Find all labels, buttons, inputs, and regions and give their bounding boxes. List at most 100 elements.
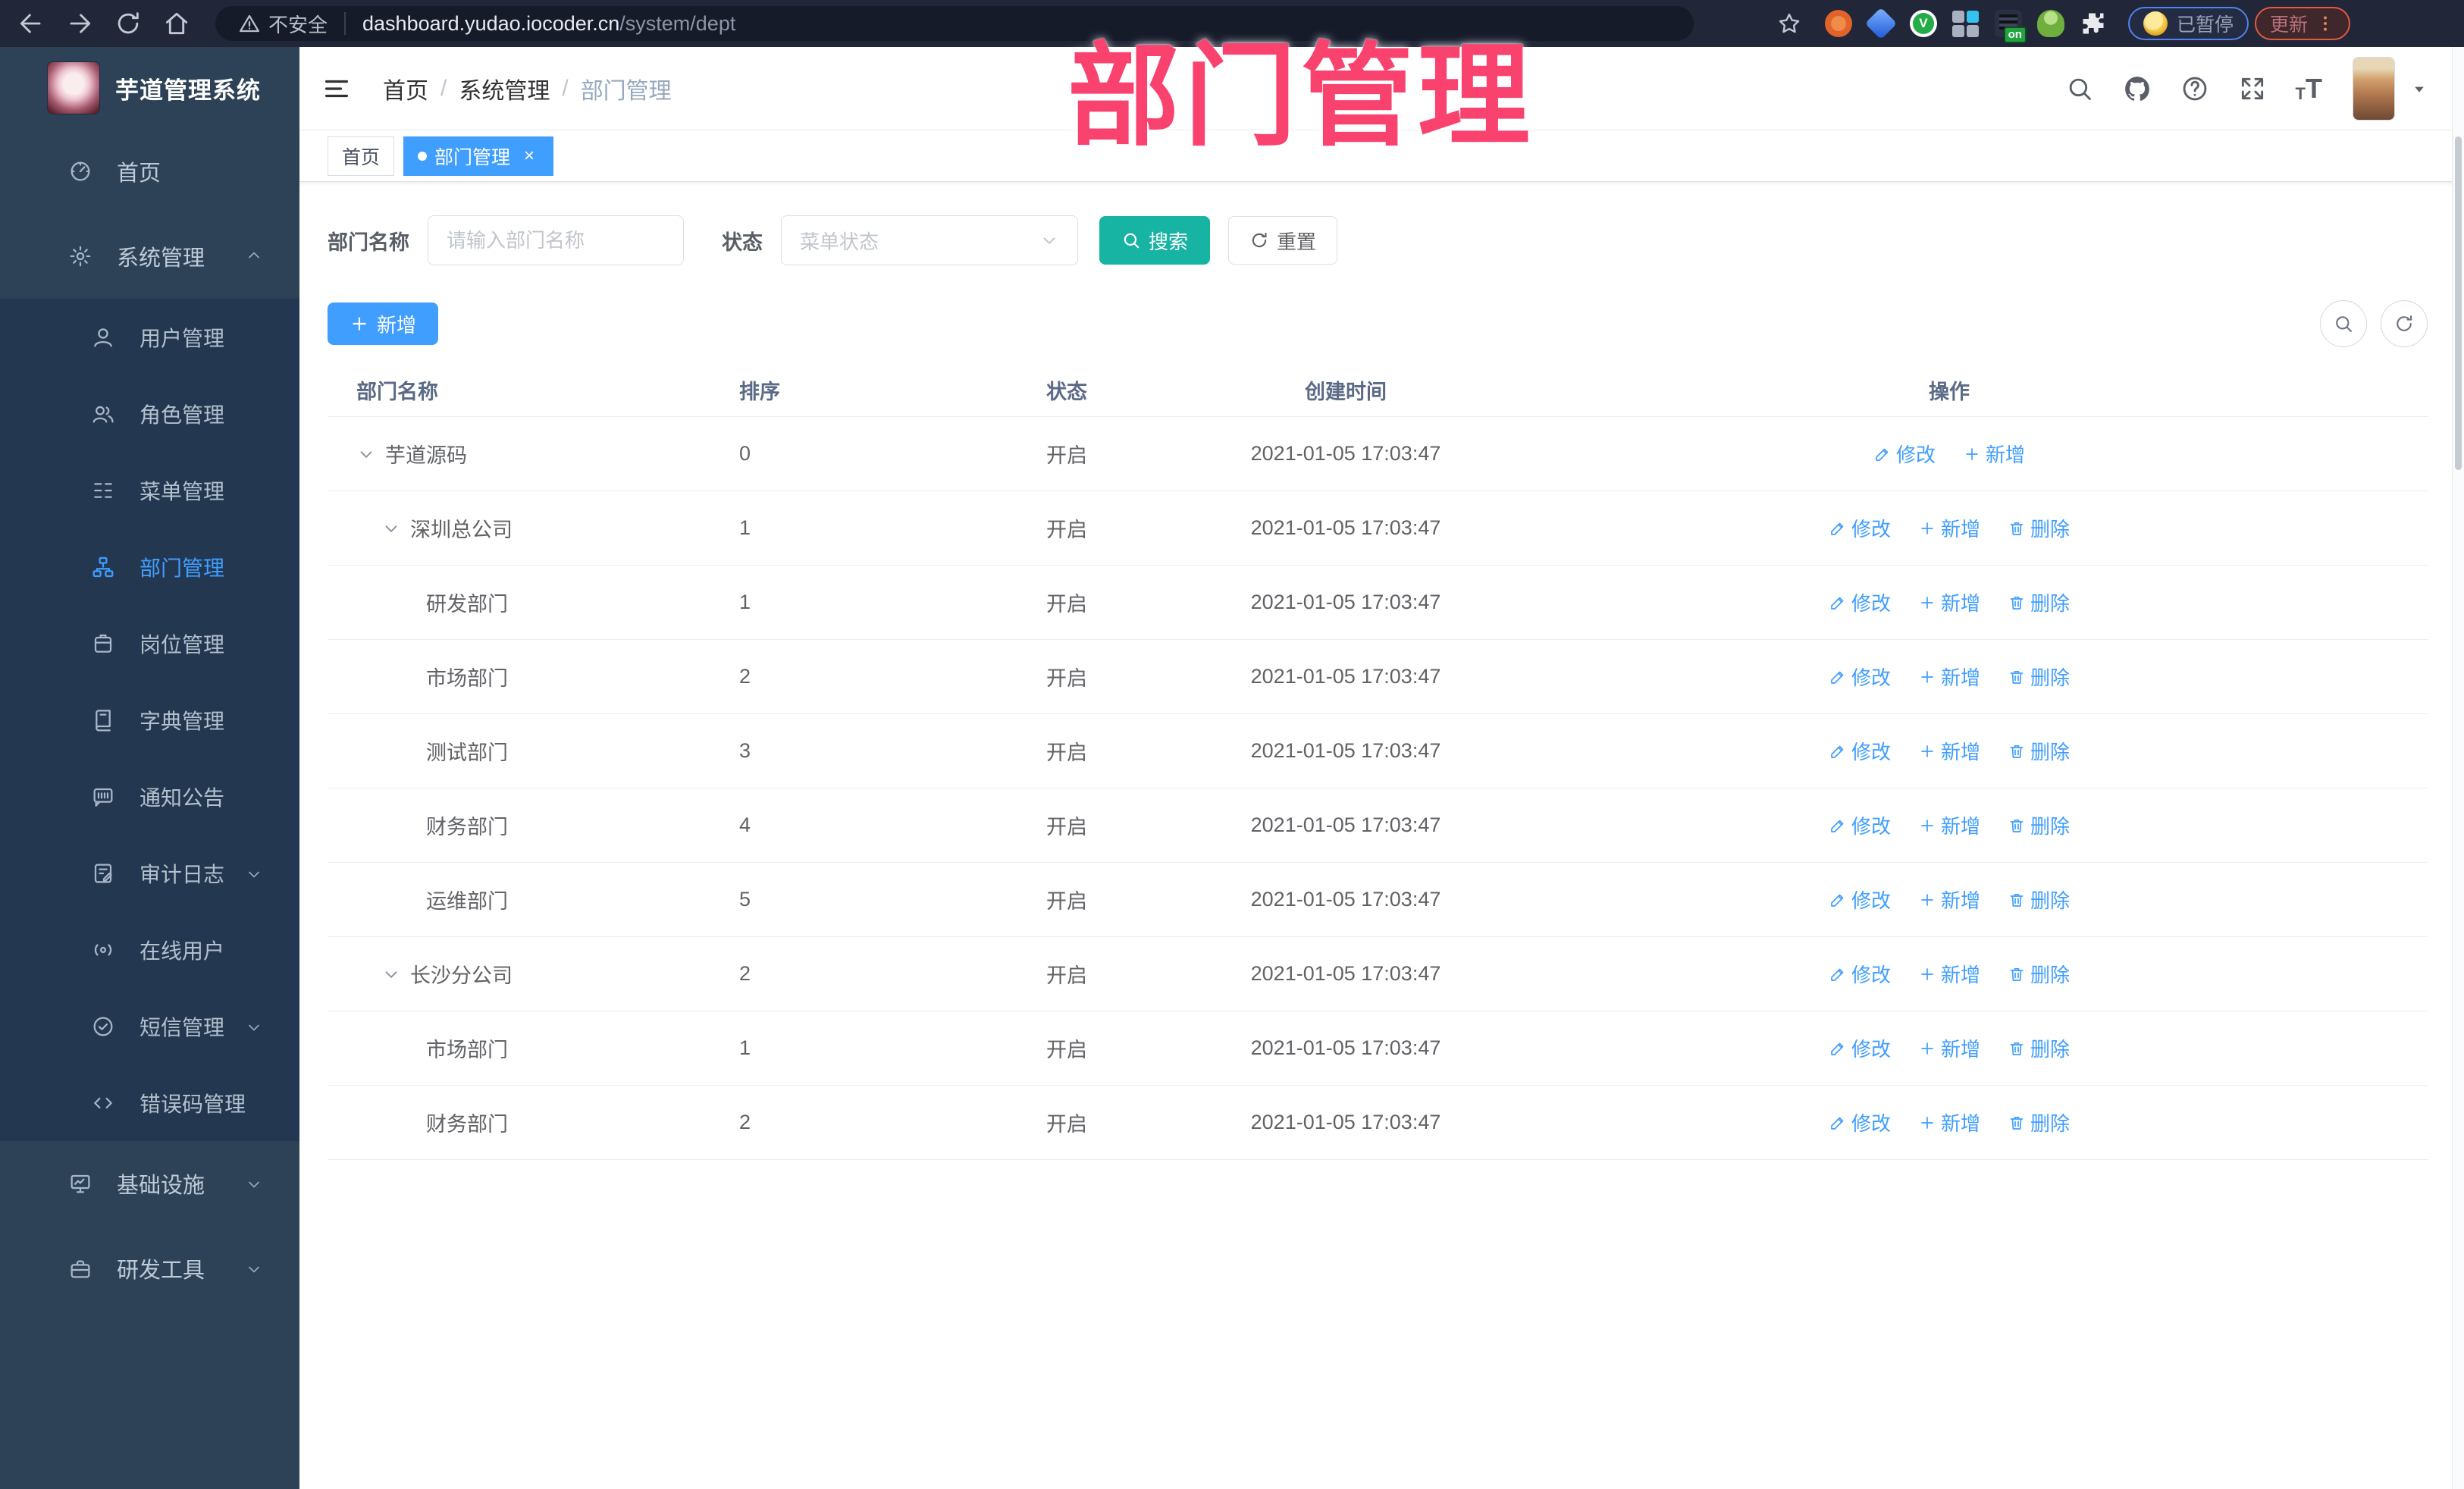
edit-link[interactable]: 修改 [1829, 886, 1891, 914]
add-icon [1918, 1114, 1936, 1132]
sidebar-item-通知公告[interactable]: 通知公告 [0, 758, 299, 835]
expand-chevron-icon[interactable] [381, 964, 401, 984]
scrollbar-thumb[interactable] [2455, 136, 2462, 470]
search-icon[interactable] [2065, 74, 2094, 103]
refresh-button[interactable] [2381, 300, 2428, 347]
extension-icon-grid[interactable] [1951, 10, 1980, 37]
status-select[interactable]: 菜单状态 [781, 215, 1078, 265]
browser-profile-chip[interactable]: 已暂停 [2127, 7, 2249, 40]
sidebar-item-在线用户[interactable]: 在线用户 [0, 911, 299, 988]
security-label[interactable]: 不安全 [268, 10, 328, 38]
bookmark-star-icon[interactable] [1776, 11, 1802, 36]
back-icon[interactable] [17, 9, 45, 38]
table-row: 财务部门 2 开启 2021-01-05 17:03:47 修改 新增 删除 [328, 1086, 2428, 1160]
breadcrumb-home[interactable]: 首页 [383, 72, 428, 105]
expand-chevron-icon[interactable] [381, 519, 401, 538]
dictionary-icon [91, 708, 115, 732]
cell-actions: 修改 新增 删除 [1471, 960, 2428, 988]
delete-link[interactable]: 删除 [2008, 1034, 2070, 1062]
sidebar-item-用户管理[interactable]: 用户管理 [0, 299, 299, 375]
extension-icon-tabs-on[interactable]: on [1994, 10, 2027, 43]
delete-link[interactable]: 删除 [2008, 588, 2070, 616]
add-link[interactable]: 新增 [1918, 588, 1980, 616]
extension-icon-green-v[interactable]: V [1909, 10, 1937, 37]
url-path[interactable]: /system/dept [619, 12, 735, 36]
sidebar-item-字典管理[interactable]: 字典管理 [0, 682, 299, 758]
sidebar-item-菜单管理[interactable]: 菜单管理 [0, 452, 299, 528]
sidebar-item-研发工具[interactable]: 研发工具 [0, 1226, 299, 1311]
extensions-puzzle-icon[interactable] [2080, 10, 2107, 37]
delete-link[interactable]: 删除 [2008, 811, 2070, 839]
user-avatar[interactable] [2353, 56, 2395, 121]
address-bar[interactable]: 不安全 dashboard.yudao.iocoder.cn/system/de… [215, 6, 1694, 41]
chevron-down-icon[interactable] [2409, 78, 2430, 99]
edit-link[interactable]: 修改 [1829, 960, 1891, 988]
status-select-placeholder: 菜单状态 [800, 230, 879, 253]
edit-link[interactable]: 修改 [1829, 663, 1891, 691]
delete-link[interactable]: 删除 [2008, 886, 2070, 914]
delete-link[interactable]: 删除 [2008, 1108, 2070, 1136]
menu-tree-icon [91, 478, 115, 503]
help-icon[interactable] [2180, 74, 2209, 103]
extension-icon-orange[interactable] [1824, 10, 1852, 37]
font-size-icon[interactable]: TT [2296, 74, 2322, 102]
sidebar-item-系统管理[interactable]: 系统管理 [0, 214, 299, 299]
url-host[interactable]: dashboard.yudao.iocoder.cn [362, 12, 619, 36]
sidebar-item-错误码管理[interactable]: 错误码管理 [0, 1064, 299, 1141]
add-link[interactable]: 新增 [1918, 1108, 1980, 1136]
sidebar-item-label: 短信管理 [140, 1015, 225, 1039]
sidebar-item-基础设施[interactable]: 基础设施 [0, 1141, 299, 1226]
edit-link[interactable]: 修改 [1829, 1108, 1891, 1136]
sidebar-item-审计日志[interactable]: 审计日志 [0, 835, 299, 911]
add-link[interactable]: 新增 [1918, 663, 1980, 691]
add-link[interactable]: 新增 [1918, 737, 1980, 765]
edit-link[interactable]: 修改 [1829, 514, 1891, 542]
reset-button[interactable]: 重置 [1228, 216, 1337, 265]
cell-actions: 修改 新增 删除 [1471, 811, 2428, 839]
add-link[interactable]: 新增 [1918, 960, 1980, 988]
breadcrumb-system[interactable]: 系统管理 [459, 72, 550, 105]
add-link[interactable]: 新增 [1918, 514, 1980, 542]
browser-menu-icon[interactable] [2315, 14, 2335, 33]
github-icon[interactable] [2123, 74, 2152, 103]
edit-link[interactable]: 修改 [1829, 811, 1891, 839]
reload-icon[interactable] [114, 9, 143, 38]
sidebar-item-首页[interactable]: 首页 [0, 129, 299, 214]
close-icon[interactable]: × [519, 146, 539, 167]
expand-chevron-icon[interactable] [356, 444, 376, 464]
edit-link[interactable]: 修改 [1829, 737, 1891, 765]
add-link[interactable]: 新增 [1918, 811, 1980, 839]
edit-link[interactable]: 修改 [1829, 588, 1891, 616]
toggle-search-button[interactable] [2320, 300, 2367, 347]
sidebar-item-角色管理[interactable]: 角色管理 [0, 375, 299, 452]
dept-name-input[interactable] [428, 215, 684, 265]
add-link[interactable]: 新增 [1918, 886, 1980, 914]
sidebar-item-短信管理[interactable]: 短信管理 [0, 988, 299, 1064]
sidebar-item-部门管理[interactable]: 部门管理 [0, 528, 299, 605]
delete-link[interactable]: 删除 [2008, 663, 2070, 691]
extension-icon-green-person[interactable] [2036, 10, 2064, 37]
action-label: 删除 [2030, 666, 2071, 689]
forward-icon[interactable] [65, 9, 94, 38]
fullscreen-icon[interactable] [2238, 74, 2267, 103]
browser-update-button[interactable]: 更新 [2254, 7, 2350, 40]
delete-link[interactable]: 删除 [2008, 737, 2070, 765]
add-button[interactable]: 新增 [328, 303, 438, 345]
delete-link[interactable]: 删除 [2008, 514, 2070, 542]
tag-首页[interactable]: 首页 [328, 136, 395, 176]
sidebar-item-label: 在线用户 [140, 939, 225, 963]
search-button[interactable]: 搜索 [1099, 216, 1210, 265]
edit-link[interactable]: 修改 [1829, 1034, 1891, 1062]
extension-icon-gem[interactable] [1864, 7, 1898, 40]
edit-link[interactable]: 修改 [1873, 440, 1936, 468]
sidebar-item-label: 基础设施 [117, 1174, 205, 1198]
page-scrollbar[interactable] [2452, 47, 2464, 1489]
add-link[interactable]: 新增 [1963, 440, 2025, 468]
cell-dept-name: 市场部门 [328, 662, 739, 691]
add-link[interactable]: 新增 [1918, 1034, 1980, 1062]
sidebar-item-岗位管理[interactable]: 岗位管理 [0, 605, 299, 682]
hamburger-icon[interactable] [322, 74, 351, 103]
tag-部门管理[interactable]: 部门管理 × [403, 136, 554, 176]
delete-link[interactable]: 删除 [2008, 960, 2070, 988]
home-icon[interactable] [162, 9, 191, 38]
